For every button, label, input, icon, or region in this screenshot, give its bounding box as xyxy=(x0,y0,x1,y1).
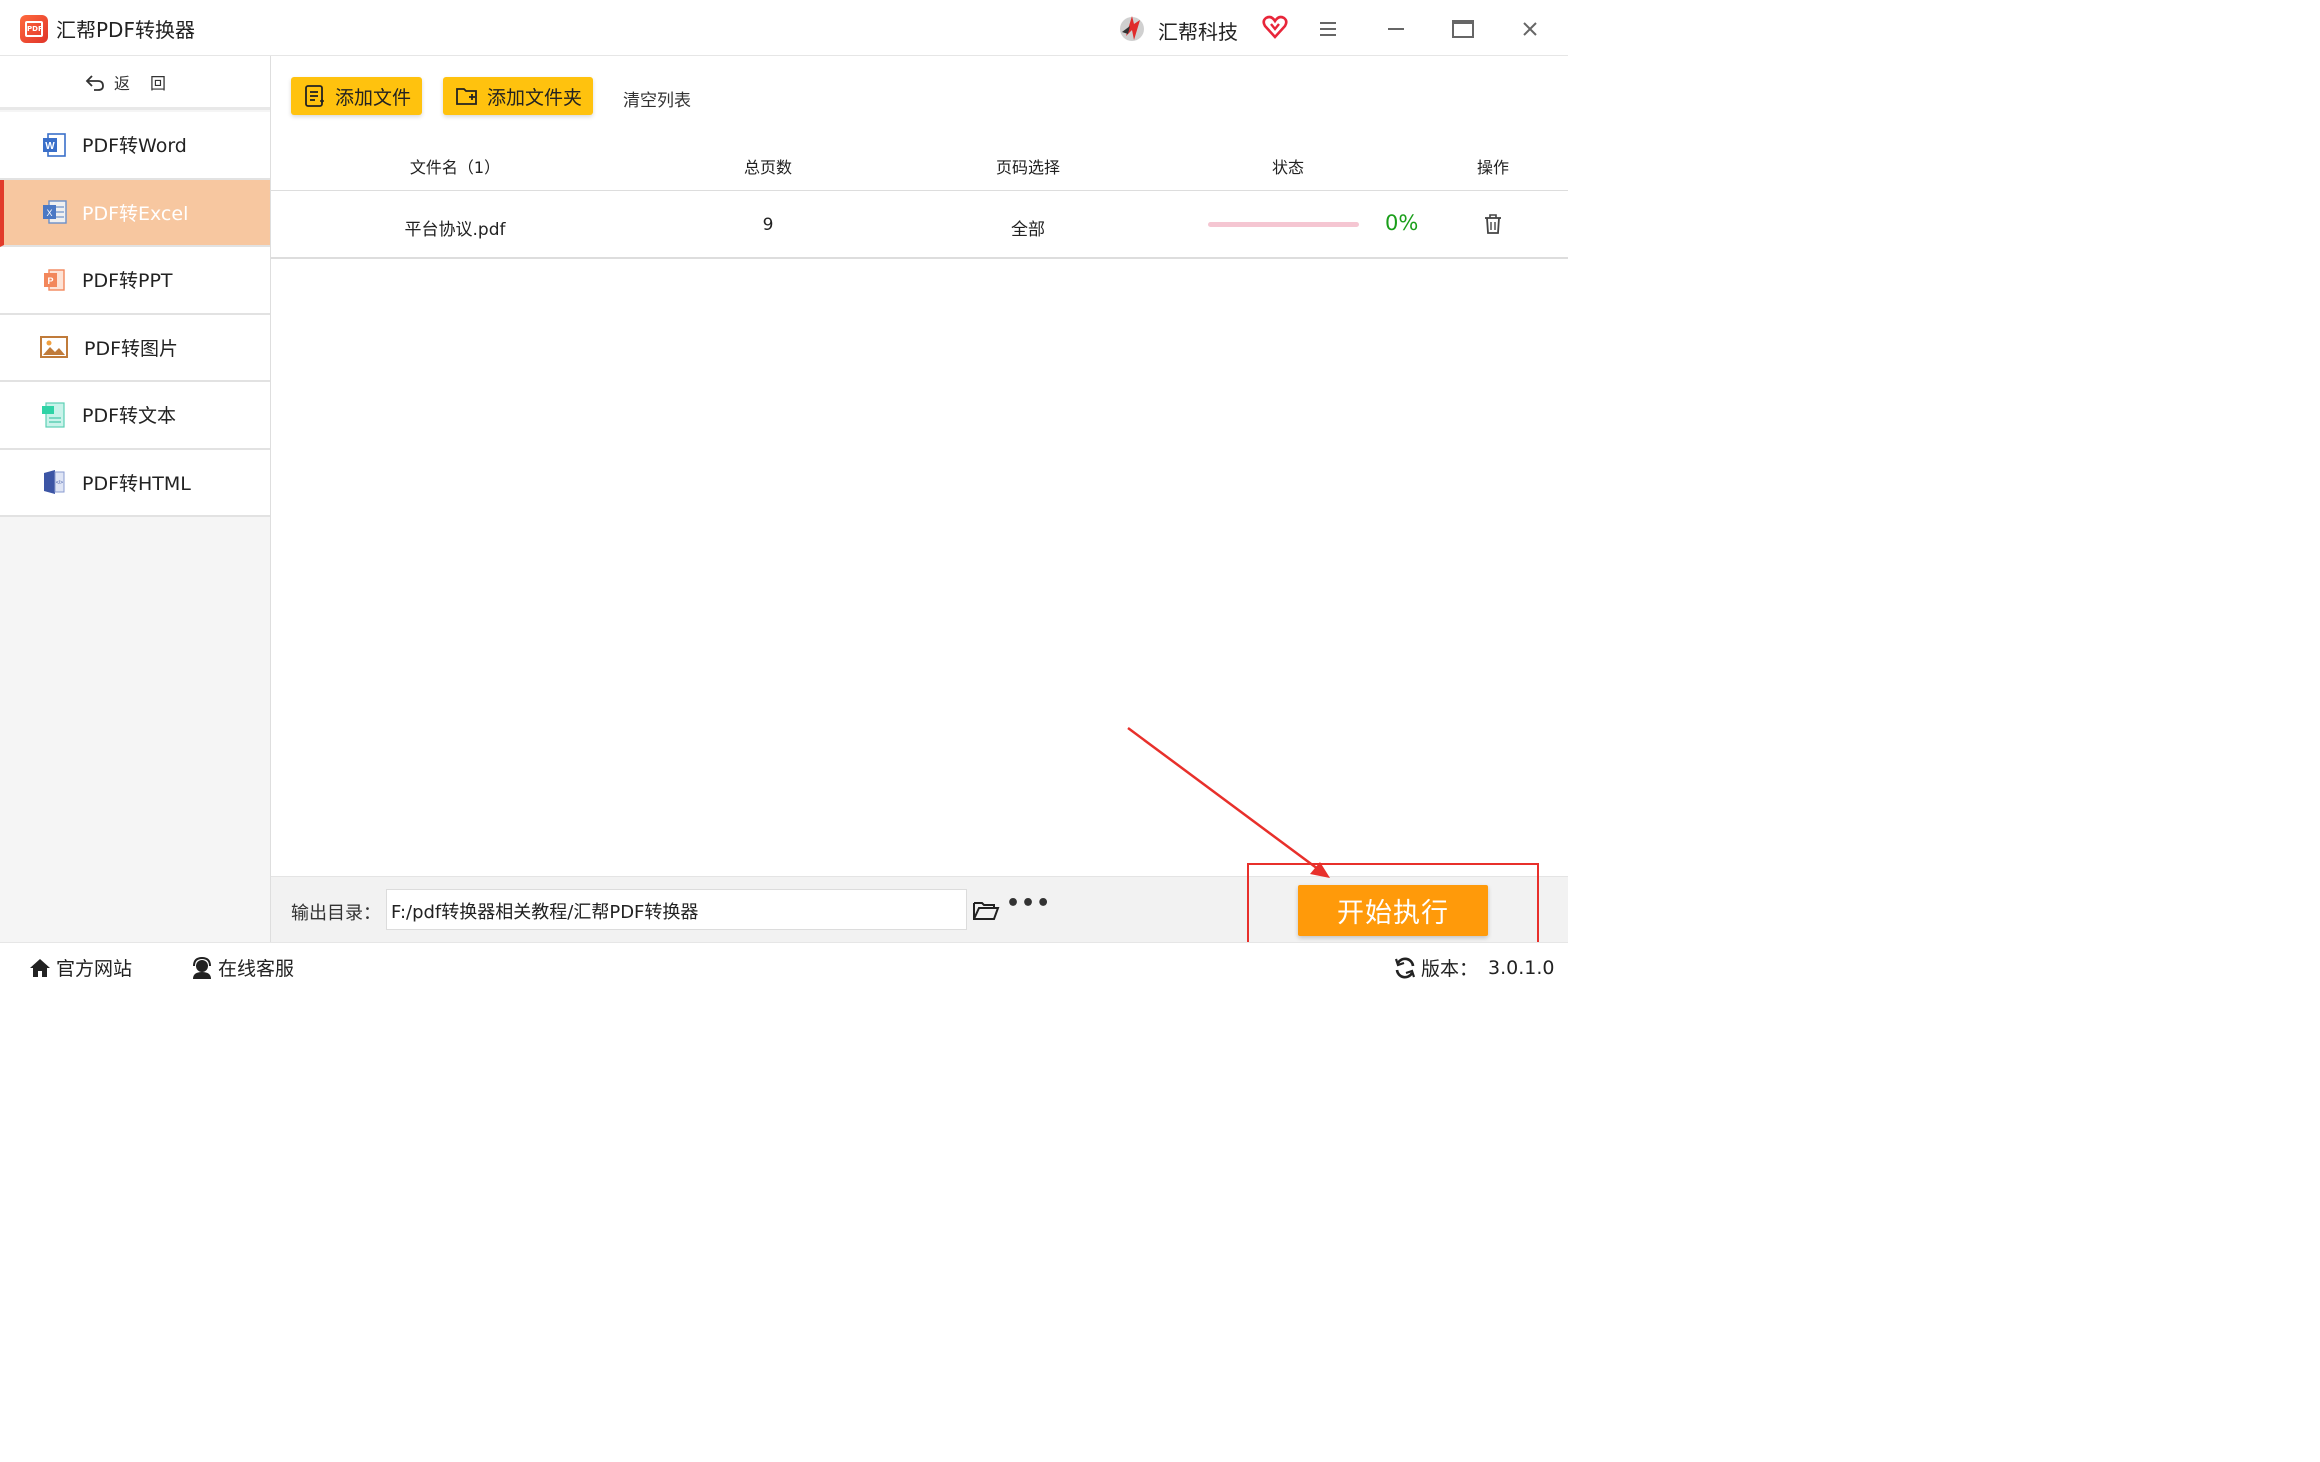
html-icon: </> xyxy=(44,470,65,495)
title-bar: PDF 汇帮PDF转换器 汇帮科技 xyxy=(0,0,1568,56)
add-file-label: 添加文件 xyxy=(335,86,412,109)
progress-percent: 0% xyxy=(1385,211,1419,235)
version-number: 3.0.1.0 xyxy=(1488,956,1555,979)
support-agent-icon xyxy=(193,956,211,979)
image-icon xyxy=(40,336,68,359)
header-page-select: 页码选择 xyxy=(995,158,1061,177)
add-folder-label: 添加文件夹 xyxy=(487,86,583,109)
sidebar-item-label: PDF转HTML xyxy=(82,472,191,495)
delete-icon[interactable] xyxy=(1481,212,1505,236)
brand-name: 汇帮科技 xyxy=(1158,20,1238,44)
svg-text:</>: </> xyxy=(56,480,63,486)
toolbar: 添加文件 添加文件夹 清空列表 xyxy=(271,56,1568,136)
header-actions: 操作 xyxy=(1476,158,1510,177)
sidebar-item-label: PDF转Word xyxy=(82,135,187,158)
sidebar-item-ppt[interactable]: P PDF转PPT xyxy=(0,247,270,315)
maximize-button[interactable] xyxy=(1448,14,1478,44)
online-service-link[interactable]: 在线客服 xyxy=(190,954,294,981)
sidebar-item-image[interactable]: PDF转图片 xyxy=(0,314,270,382)
ppt-icon: P xyxy=(44,269,65,291)
add-folder-icon xyxy=(456,88,477,105)
table-header: 文件名（1） 总页数 页码选择 状态 操作 xyxy=(271,136,1568,191)
app-logo-text: PDF xyxy=(25,21,43,37)
open-folder-icon[interactable] xyxy=(972,896,1000,924)
home-icon xyxy=(30,958,50,977)
sidebar-item-label: PDF转Excel xyxy=(82,202,189,225)
sidebar-item-label: PDF转PPT xyxy=(82,270,173,293)
svg-text:X: X xyxy=(46,208,52,218)
sidebar-nav: W PDF转Word X PDF转Excel P PDF转PPT PDF转图片 … xyxy=(0,112,270,517)
sidebar-item-excel[interactable]: X PDF转Excel xyxy=(0,179,270,247)
menu-button[interactable] xyxy=(1313,14,1343,44)
online-service-label: 在线客服 xyxy=(218,958,295,980)
version-info: 版本： 3.0.1.0 xyxy=(1393,954,1555,981)
sidebar-item-label: PDF转文本 xyxy=(82,405,177,428)
output-dir-label: 输出目录： xyxy=(291,903,381,924)
official-site-link[interactable]: 官方网站 xyxy=(28,954,132,981)
row-filename: 平台协议.pdf xyxy=(404,220,506,240)
hamburger-icon xyxy=(1320,22,1336,36)
sidebar-item-word[interactable]: W PDF转Word xyxy=(0,112,270,180)
back-arrow-icon xyxy=(85,74,104,91)
more-options-button[interactable]: ••• xyxy=(1006,891,1051,916)
brand-logo-icon xyxy=(1120,16,1144,41)
header-status: 状态 xyxy=(1271,158,1305,177)
version-label: 版本： xyxy=(1421,958,1479,980)
progress-bar xyxy=(1208,222,1359,227)
minimize-button[interactable] xyxy=(1381,14,1411,44)
main-panel: 添加文件 添加文件夹 清空列表 文件名（1） 总页数 页码选择 状态 操作 平台… xyxy=(271,56,1568,876)
header-pages: 总页数 xyxy=(743,158,793,177)
sidebar-item-html[interactable]: </> PDF转HTML xyxy=(0,449,270,517)
app-title: 汇帮PDF转换器 xyxy=(56,18,195,42)
sidebar-item-label: PDF转图片 xyxy=(84,337,179,360)
heart-icon[interactable] xyxy=(1262,14,1288,40)
refresh-icon[interactable] xyxy=(1393,956,1417,980)
brand: 汇帮科技 xyxy=(1116,10,1306,46)
maximize-icon xyxy=(1452,20,1474,38)
text-icon xyxy=(42,402,65,428)
back-button[interactable]: 返回 xyxy=(0,56,270,110)
sidebar-item-text[interactable]: PDF转文本 xyxy=(0,382,270,450)
status-bar: 官方网站 在线客服 版本： 3.0.1.0 xyxy=(0,942,1568,988)
table-row[interactable]: 平台协议.pdf 9 全部 0% xyxy=(271,191,1568,259)
back-label: 返回 xyxy=(113,73,186,93)
close-button[interactable] xyxy=(1515,14,1545,44)
excel-icon: X xyxy=(43,200,67,224)
highlight-box xyxy=(1247,863,1539,949)
sidebar: 返回 W PDF转Word X PDF转Excel P PDF转PPT PDF转… xyxy=(0,56,271,942)
add-file-button[interactable]: 添加文件 xyxy=(291,77,422,115)
close-icon xyxy=(1523,22,1537,36)
app-logo-icon: PDF xyxy=(20,15,48,43)
add-folder-button[interactable]: 添加文件夹 xyxy=(443,77,593,115)
minimize-icon xyxy=(1388,28,1404,30)
app-window: PDF 汇帮PDF转换器 汇帮科技 返回 W PDF转Word X PDF转Ex… xyxy=(0,0,1568,988)
clear-list-button[interactable]: 清空列表 xyxy=(623,86,691,111)
header-filename: 文件名（1） xyxy=(409,158,501,177)
word-icon: W xyxy=(43,132,66,157)
output-dir-field[interactable]: F:/pdf转换器相关教程/汇帮PDF转换器 xyxy=(386,889,967,930)
add-file-icon xyxy=(305,85,324,107)
svg-text:P: P xyxy=(47,276,53,286)
official-site-label: 官方网站 xyxy=(56,958,133,980)
row-pages: 9 xyxy=(762,215,774,235)
row-page-select[interactable]: 全部 xyxy=(1011,215,1045,240)
svg-text:W: W xyxy=(45,141,55,152)
